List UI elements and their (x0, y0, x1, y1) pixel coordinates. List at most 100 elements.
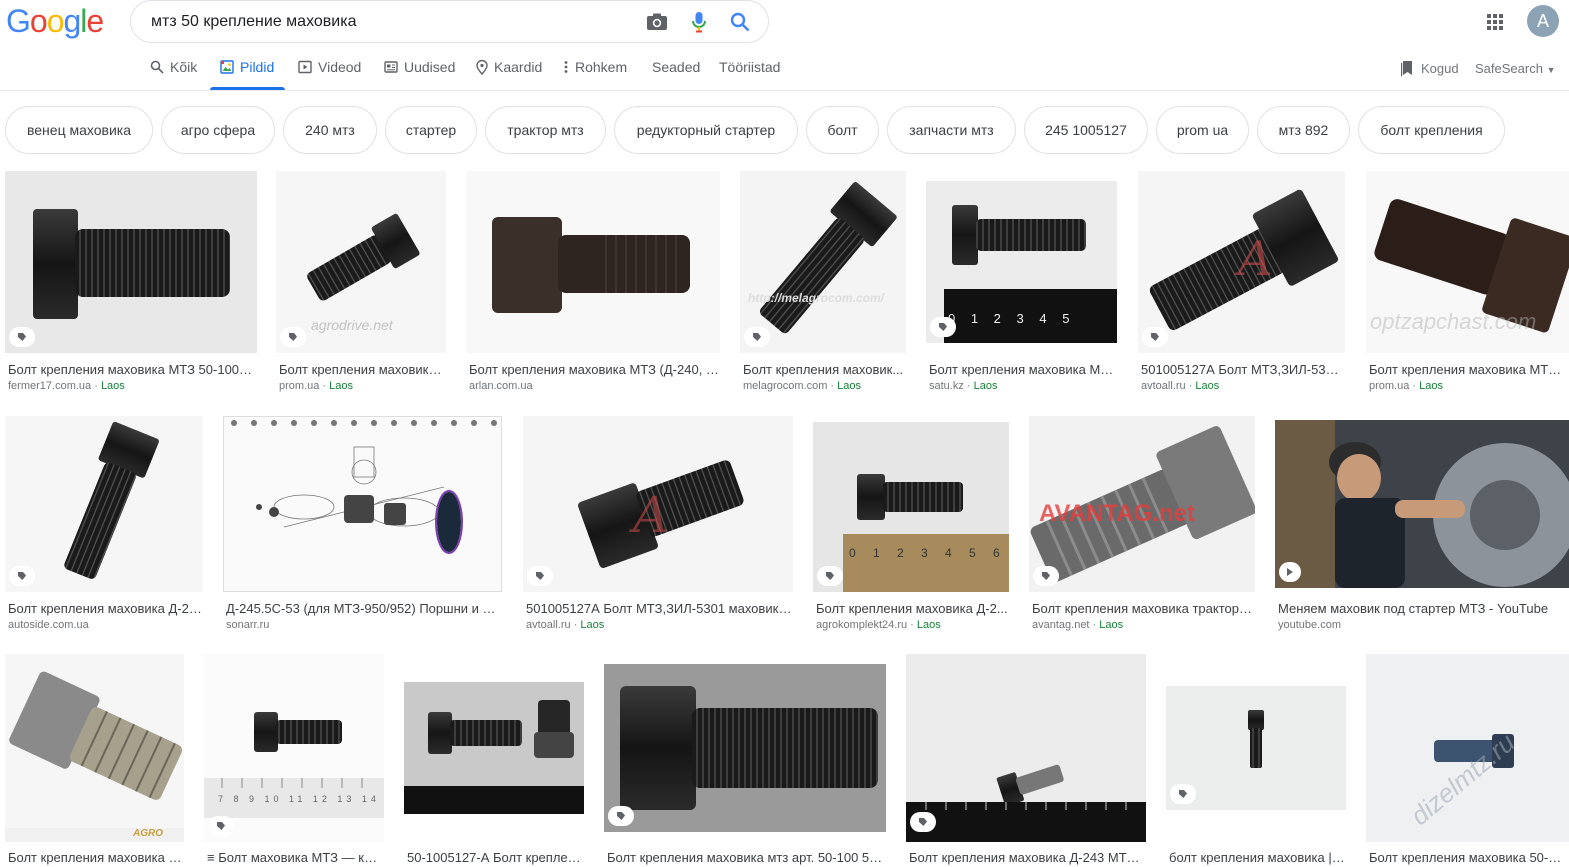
result-thumbnail[interactable]: agrodrive.net (276, 171, 446, 353)
image-result[interactable]: Болт крепления маховика Д-243 МТЗ-... (906, 654, 1146, 867)
search-input[interactable]: мтз 50 крепление маховика (151, 13, 356, 31)
result-caption[interactable]: Болт крепления маховик... (743, 362, 905, 377)
account-avatar[interactable]: A (1527, 5, 1559, 37)
chip[interactable]: агро сфера (161, 106, 275, 154)
tab-videos[interactable]: Videod (298, 59, 361, 90)
result-caption[interactable]: Меняем маховик под стартер МТЗ - YouTube (1278, 601, 1568, 616)
result-caption[interactable]: болт крепления маховика | ... (1169, 850, 1345, 865)
result-thumbnail[interactable]: dizelmtz.ru (1366, 654, 1569, 842)
result-thumbnail[interactable] (5, 416, 203, 592)
chip[interactable]: 245 1005127 (1024, 106, 1148, 154)
result-source: fermer17.com.ua · Laos (8, 380, 125, 392)
result-source: satu.kz · Laos (929, 380, 998, 392)
result-thumbnail[interactable] (404, 682, 584, 814)
more-vert-icon (564, 61, 568, 73)
tab-settings[interactable]: Seaded (652, 59, 700, 90)
image-result[interactable]: Д-245.5С-53 (для МТЗ-950/952) Поршни и ш… (223, 416, 502, 632)
image-result[interactable]: Болт крепления маховика Д-24... autoside… (5, 416, 203, 632)
result-caption[interactable]: Болт крепления маховика МТЗ 50-1005... (8, 362, 256, 377)
chip[interactable]: редукторный стартер (614, 106, 798, 154)
chip[interactable]: запчасти мтз (887, 106, 1016, 154)
image-result[interactable]: Болт крепления маховика МТЗ 50-1005... f… (5, 171, 257, 393)
image-result[interactable]: optzapchast.com Болт крепления маховика … (1366, 171, 1569, 393)
result-thumbnail[interactable] (1166, 686, 1346, 810)
result-caption[interactable]: Болт крепления маховика МТ... (929, 362, 1116, 377)
result-thumbnail[interactable]: optzapchast.com (1366, 171, 1569, 353)
tab-label: Seaded (652, 59, 701, 75)
result-thumbnail[interactable] (466, 171, 720, 353)
image-result[interactable]: Болт крепления маховика МТЗ (Д-240, Д...… (466, 171, 720, 393)
result-source: avtoall.ru · Laos (526, 619, 605, 631)
result-caption[interactable]: Болт крепления маховика Д-243 МТЗ-... (909, 850, 1145, 865)
apps-grid-icon[interactable] (1483, 10, 1507, 34)
result-thumbnail[interactable]: A (1138, 171, 1345, 353)
result-caption[interactable]: Болт крепления маховика... (279, 362, 445, 377)
chip[interactable]: венец маховика (5, 106, 153, 154)
chip[interactable]: prom ua (1156, 106, 1249, 154)
google-logo[interactable]: Google (6, 4, 104, 38)
image-result[interactable]: http://melagrocom.com/ Болт крепления ма… (740, 171, 906, 393)
result-thumbnail[interactable]: AVANTAG.net (1029, 416, 1255, 592)
image-result[interactable]: A 501005127А Болт МТЗ,ЗИЛ-5301 ... avtoa… (1138, 171, 1345, 393)
image-result[interactable]: 0 1 2 3 4 5 6 Болт крепления маховика Д-… (813, 416, 1009, 632)
bookmark-icon (1401, 61, 1412, 77)
result-caption[interactable]: Болт крепления маховика Д-2... (816, 601, 1008, 616)
result-thumbnail[interactable]: AGRO (5, 654, 184, 842)
result-thumbnail[interactable] (1275, 420, 1569, 588)
result-caption[interactable]: Д-245.5С-53 (для МТЗ-950/952) Поршни и ш… (226, 601, 501, 616)
mic-icon[interactable] (687, 10, 711, 34)
result-caption[interactable]: Болт крепления маховика 5... (8, 850, 183, 865)
result-thumbnail[interactable]: 7 8 9 10 11 12 13 14 15 (204, 654, 384, 842)
image-result[interactable]: agrodrive.net Болт крепления маховика...… (276, 171, 446, 393)
chip[interactable]: болт (806, 106, 879, 154)
result-source: autoside.com.ua (8, 619, 89, 631)
tab-news[interactable]: Uudised (384, 59, 455, 90)
result-caption[interactable]: ≡ Болт маховика МТЗ — куп... (207, 850, 383, 865)
search-box[interactable]: мтз 50 крепление маховика (130, 0, 769, 43)
result-thumbnail[interactable] (604, 664, 886, 832)
image-result[interactable]: AGRO Болт крепления маховика 5... (5, 654, 184, 867)
result-source: prom.ua · Laos (279, 380, 353, 392)
safesearch-dropdown[interactable]: SafeSearch ▼ (1475, 61, 1555, 76)
image-result[interactable]: AVANTAG.net Болт крепления маховика трак… (1029, 416, 1255, 632)
result-thumbnail[interactable]: A (523, 416, 793, 592)
result-caption[interactable]: Болт крепления маховика МТЗ (Д-240, Д... (469, 362, 719, 377)
image-result[interactable]: Болт крепления маховика мтз арт. 50-100 … (604, 654, 886, 867)
collections-button[interactable]: Kogud (1400, 60, 1459, 77)
tab-more[interactable]: Rohkem (563, 59, 627, 90)
image-result[interactable]: A 501005127А Болт МТЗ,ЗИЛ-5301 маховика … (523, 416, 793, 632)
result-caption[interactable]: Болт крепления маховика 50-10... (1369, 850, 1568, 865)
chip[interactable]: мтз 892 (1257, 106, 1350, 154)
image-result[interactable]: Меняем маховик под стартер МТЗ - YouTube… (1275, 416, 1569, 632)
image-result[interactable]: 7 8 9 10 11 12 13 14 15 ≡ Болт маховика … (204, 654, 384, 867)
result-source: agrokomplekt24.ru · Laos (816, 619, 941, 631)
image-result[interactable]: 50-1005127-А Болт креплен... (404, 654, 584, 867)
result-caption[interactable]: Болт крепления маховика мтз арт. 50-100 … (607, 850, 885, 865)
tab-tools[interactable]: Tööriistad (719, 59, 780, 90)
result-thumbnail[interactable]: 0 1 2 3 4 5 6 (813, 422, 1009, 592)
tab-maps[interactable]: Kaardid (476, 59, 542, 90)
image-result[interactable]: dizelmtz.ru Болт крепления маховика 50-1… (1366, 654, 1569, 867)
result-caption[interactable]: 501005127А Болт МТЗ,ЗИЛ-5301 маховика ..… (526, 601, 792, 616)
result-caption[interactable]: Болт крепления маховика МТЗ ... (1369, 362, 1568, 377)
result-caption[interactable]: Болт крепления маховика Д-24... (8, 601, 202, 616)
result-thumbnail[interactable] (5, 171, 257, 353)
chip[interactable]: трактор мтз (485, 106, 606, 154)
chip[interactable]: болт крепления (1358, 106, 1505, 154)
image-result[interactable]: 0 1 2 3 4 5 Болт крепления маховика МТ..… (926, 171, 1117, 393)
tab-images[interactable]: Pildid (220, 59, 274, 90)
camera-icon[interactable] (645, 10, 669, 34)
result-thumbnail[interactable] (906, 654, 1146, 842)
result-thumbnail[interactable]: 0 1 2 3 4 5 (926, 181, 1117, 343)
search-icon[interactable] (728, 10, 752, 34)
chip[interactable]: стартер (385, 106, 477, 154)
tab-all[interactable]: Kõik (150, 59, 197, 90)
result-caption[interactable]: 50-1005127-А Болт креплен... (407, 850, 583, 865)
result-caption[interactable]: Болт крепления маховика трактора... (1032, 601, 1254, 616)
result-thumbnail[interactable]: http://melagrocom.com/ (740, 171, 906, 353)
chip[interactable]: 240 мтз (283, 106, 377, 154)
result-thumbnail[interactable] (223, 416, 502, 592)
result-caption[interactable]: 501005127А Болт МТЗ,ЗИЛ-5301 ... (1141, 362, 1344, 377)
image-result[interactable]: болт крепления маховика | ... (1166, 654, 1346, 867)
tag-icon (280, 327, 306, 347)
